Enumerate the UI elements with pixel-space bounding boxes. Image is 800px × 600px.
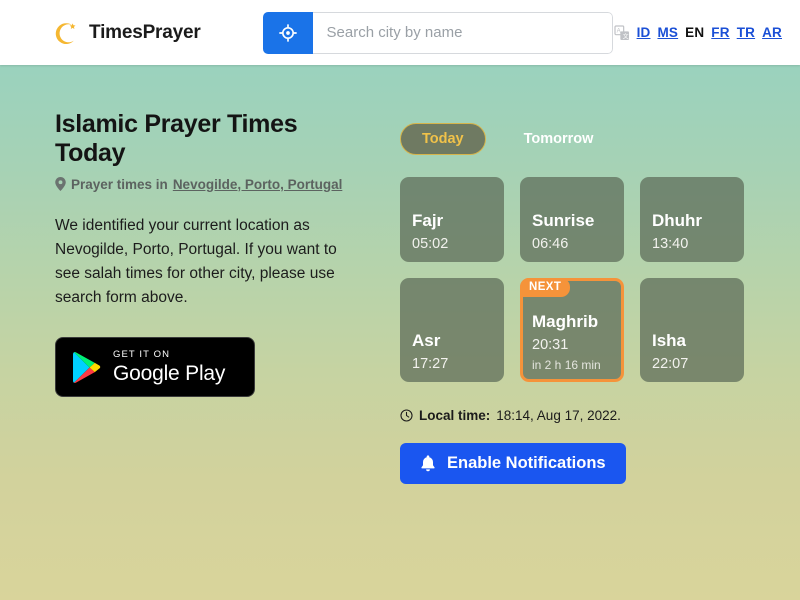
local-time-row: Local time: 18:14, Aug 17, 2022. [400, 408, 755, 423]
prayer-card-sunrise[interactable]: Sunrise 06:46 [520, 177, 624, 262]
prayer-card-fajr[interactable]: Fajr 05:02 [400, 177, 504, 262]
day-tabs: Today Tomorrow [400, 123, 755, 155]
prayer-card-isha[interactable]: Isha 22:07 [640, 278, 744, 382]
language-link-en[interactable]: EN [685, 25, 704, 40]
search-input[interactable] [312, 11, 613, 54]
local-time-value: 18:14, Aug 17, 2022. [496, 408, 621, 423]
prayer-name: Asr [412, 331, 441, 351]
brand-logo-link[interactable]: TimesPrayer [55, 20, 201, 46]
local-time-label: Local time: [419, 408, 491, 423]
language-link-ms[interactable]: MS [657, 25, 678, 40]
prayer-times-grid: Fajr 05:02 Sunrise 06:46 Dhuhr 13:40 Asr… [400, 177, 744, 382]
google-play-triangle-icon [72, 351, 102, 384]
intro-paragraph: We identified your current location as N… [55, 216, 337, 307]
prayer-card-asr[interactable]: Asr 17:27 [400, 278, 504, 382]
site-header: TimesPrayer A 文 [0, 0, 800, 65]
svg-text:A: A [616, 28, 620, 34]
prayer-name: Maghrib [532, 312, 599, 332]
location-subtitle-prefix: Prayer times in [71, 176, 168, 192]
prayer-name: Dhuhr [652, 211, 703, 231]
language-link-ar[interactable]: AR [762, 25, 782, 40]
prayer-name: Isha [652, 331, 687, 351]
prayer-name: Fajr [412, 211, 444, 231]
language-switcher: A 文 ID MS EN FR TR AR [613, 24, 782, 41]
prayer-name: Sunrise [532, 211, 595, 231]
search-form [262, 11, 613, 54]
prayer-time: 22:07 [652, 356, 689, 372]
enable-notifications-button[interactable]: Enable Notifications [400, 443, 626, 484]
tab-tomorrow[interactable]: Tomorrow [502, 123, 616, 155]
prayer-time: 06:46 [532, 236, 569, 252]
prayer-card-maghrib[interactable]: NEXT Maghrib 20:31 in 2 h 16 min [520, 278, 624, 382]
language-link-tr[interactable]: TR [737, 25, 755, 40]
my-location-crosshair-icon [278, 23, 298, 43]
crescent-moon-star-icon [55, 20, 81, 46]
tab-today[interactable]: Today [400, 123, 486, 155]
main-content: Islamic Prayer Times Today Prayer times … [0, 65, 800, 484]
prayer-time: 05:02 [412, 236, 449, 252]
prayer-time: 20:31 [532, 337, 569, 353]
my-location-button[interactable] [262, 11, 313, 54]
location-subtitle: Prayer times in Nevogilde, Porto, Portug… [55, 177, 360, 192]
page-title: Islamic Prayer Times Today [55, 110, 298, 167]
brand-name: TimesPrayer [89, 21, 201, 43]
prayer-time: 13:40 [652, 236, 689, 252]
right-column: Today Tomorrow Fajr 05:02 Sunrise 06:46 … [400, 110, 755, 484]
translate-icon: A 文 [613, 24, 630, 41]
language-link-fr[interactable]: FR [711, 25, 729, 40]
google-play-big-text: Google Play [113, 361, 226, 385]
google-play-small-text: GET IT ON [113, 349, 171, 361]
clock-icon [400, 409, 413, 422]
location-link[interactable]: Nevogilde, Porto, Portugal [173, 177, 343, 192]
enable-notifications-label: Enable Notifications [447, 454, 606, 472]
prayer-countdown: in 2 h 16 min [532, 358, 601, 372]
language-link-id[interactable]: ID [637, 25, 651, 40]
next-badge: NEXT [520, 278, 571, 297]
prayer-time: 17:27 [412, 356, 449, 372]
google-play-badge[interactable]: GET IT ON Google Play [55, 337, 255, 398]
bell-icon [420, 455, 436, 472]
left-column: Islamic Prayer Times Today Prayer times … [55, 110, 360, 484]
prayer-card-dhuhr[interactable]: Dhuhr 13:40 [640, 177, 744, 262]
map-pin-icon [55, 177, 66, 191]
